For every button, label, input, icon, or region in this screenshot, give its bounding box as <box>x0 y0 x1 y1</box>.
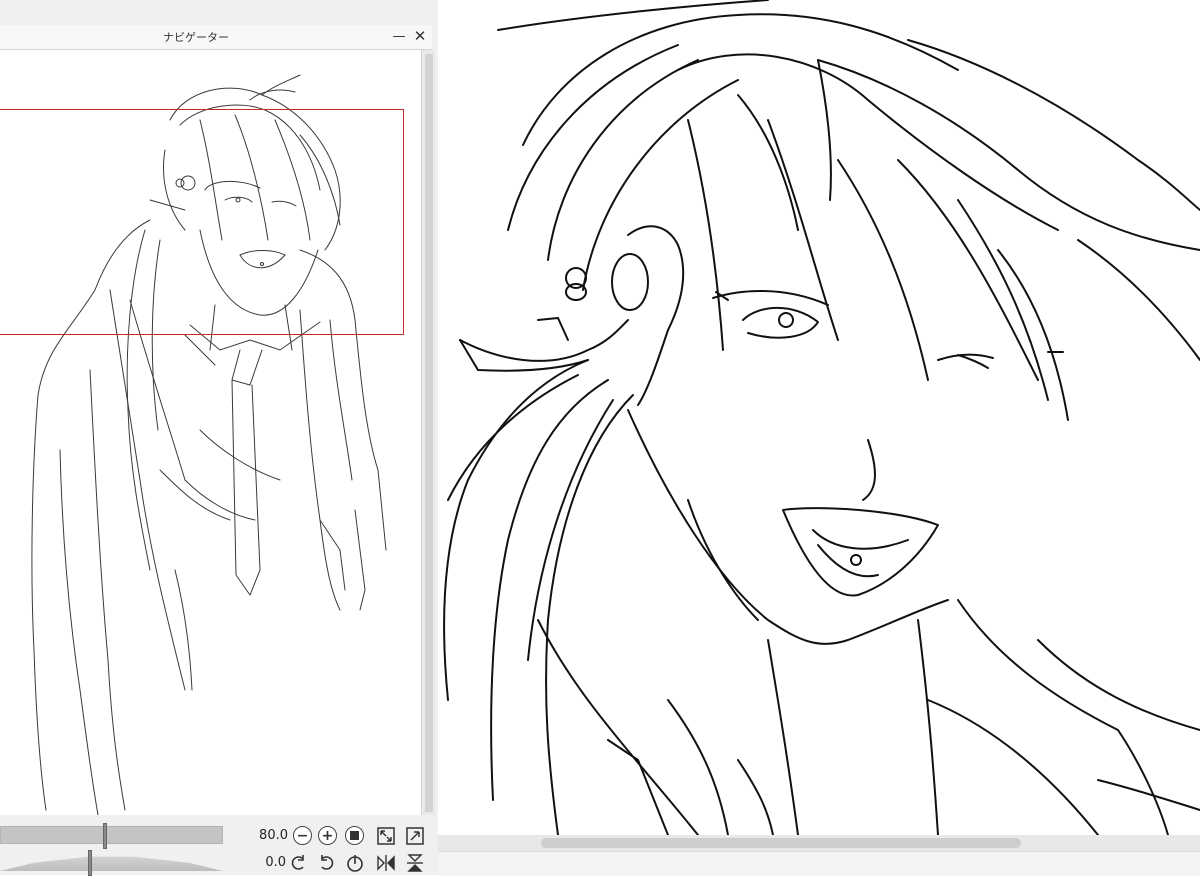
scroll-thumb[interactable] <box>541 838 1021 848</box>
rotate-slider[interactable] <box>0 856 223 871</box>
zoom-in-icon[interactable]: + <box>318 826 337 845</box>
panel-title: ナビゲーター <box>163 31 229 44</box>
fit-window-icon[interactable] <box>375 825 397 847</box>
zoom-slider-thumb[interactable] <box>103 823 107 849</box>
zoom-value[interactable]: 80.0 <box>250 828 288 843</box>
fill-window-icon[interactable] <box>404 825 426 847</box>
rotate-controls: 0.0 <box>0 850 435 876</box>
canvas-line-art <box>443 0 1200 835</box>
zoom-controls: 80.0 − + <box>0 823 435 849</box>
rotate-right-icon[interactable] <box>315 852 337 874</box>
viewport-rectangle[interactable] <box>0 109 404 335</box>
minimize-icon[interactable]: — <box>390 27 408 45</box>
reset-rotation-icon[interactable] <box>344 852 366 874</box>
close-icon[interactable]: ✕ <box>411 27 429 45</box>
navigator-scrollbar[interactable] <box>423 50 435 815</box>
canvas-horizontal-scrollbar[interactable] <box>438 835 1200 876</box>
zoom-slider[interactable] <box>0 826 223 844</box>
rotate-left-icon[interactable] <box>288 852 310 874</box>
navigator-preview[interactable] <box>0 50 422 815</box>
navigator-panel: ナビゲーター — ✕ 80.0 − + 0.0 <box>0 0 438 876</box>
actual-size-icon[interactable] <box>345 826 364 845</box>
zoom-out-icon[interactable]: − <box>293 826 312 845</box>
navigator-titlebar[interactable]: ナビゲーター — ✕ <box>0 25 432 50</box>
rotate-value[interactable]: 0.0 <box>248 855 286 870</box>
rotate-slider-thumb[interactable] <box>88 850 92 876</box>
drawing-canvas[interactable] <box>438 0 1200 835</box>
navigator-scroll-thumb[interactable] <box>425 54 433 812</box>
flip-horizontal-icon[interactable] <box>375 852 397 874</box>
flip-vertical-icon[interactable] <box>404 852 426 874</box>
status-strip <box>438 851 1200 876</box>
